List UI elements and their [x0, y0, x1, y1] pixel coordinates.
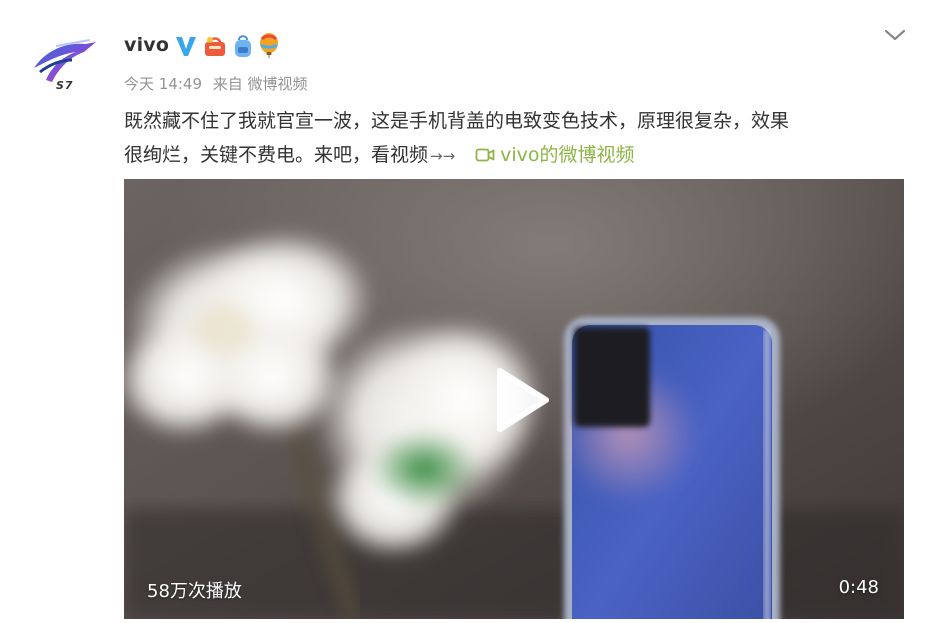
- balloon-icon[interactable]: [258, 33, 280, 59]
- user-badges: [174, 33, 284, 59]
- post-meta: 今天 14:49 来自 微博视频: [124, 73, 314, 94]
- verified-v-icon[interactable]: [174, 34, 198, 58]
- weibo-post: S7 vivo 今天 14:49 来自 微博视频 既然藏不住了我就官宣一波，这是…: [0, 0, 929, 623]
- post-text: 既然藏不住了我就官宣一波，这是手机背盖的电致变色技术，原理很复杂，效果 很绚烂，…: [124, 104, 914, 174]
- post-text-line-2: 很绚烂，关键不费电。来吧，看视频 →→ vivo的微博视频: [124, 138, 914, 174]
- play-icon[interactable]: [486, 365, 556, 435]
- video-camera-icon: [475, 140, 495, 174]
- username[interactable]: vivo: [124, 34, 169, 56]
- chevron-down-icon[interactable]: [881, 24, 909, 46]
- post-source[interactable]: 来自 微博视频: [213, 75, 308, 93]
- video-link-label: vivo的微博视频: [500, 144, 635, 166]
- backpack-icon[interactable]: [232, 34, 254, 58]
- shopping-bag-icon[interactable]: [202, 34, 228, 58]
- phone-shape: [559, 317, 780, 619]
- video-link[interactable]: vivo的微博视频: [475, 144, 635, 166]
- post-time[interactable]: 今天 14:49: [124, 75, 202, 93]
- post-text-line-2-content: 很绚烂，关键不费电。来吧，看视频: [124, 144, 429, 166]
- avatar[interactable]: S7: [26, 30, 104, 100]
- video-player[interactable]: 58万次播放 0:48: [124, 179, 904, 619]
- view-count: 58万次播放: [147, 581, 242, 602]
- arrow-emoji: →→: [430, 147, 456, 165]
- video-duration: 0:48: [838, 577, 879, 598]
- avatar-label: S7: [56, 79, 74, 92]
- post-text-line-1: 既然藏不住了我就官宣一波，这是手机背盖的电致变色技术，原理很复杂，效果: [124, 110, 790, 132]
